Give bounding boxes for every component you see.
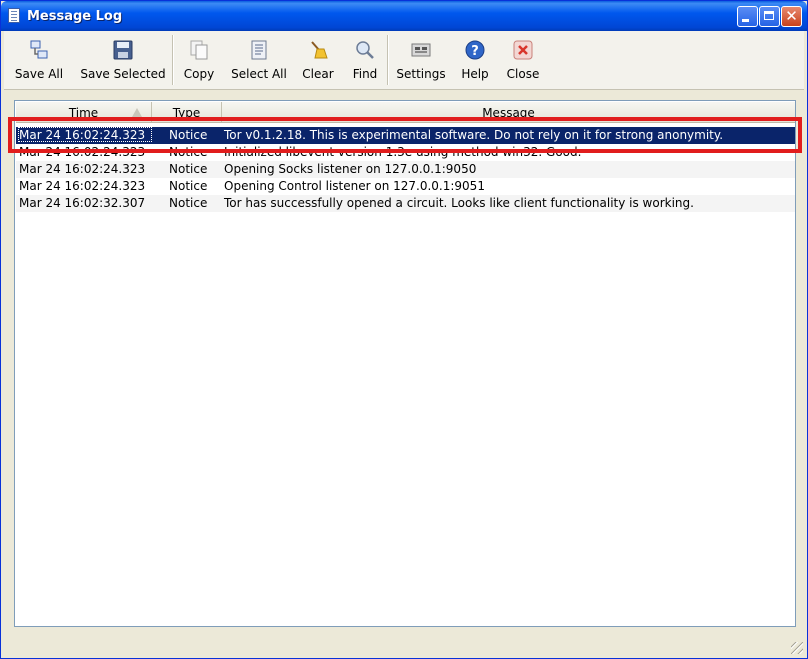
save-selected-label: Save Selected (80, 67, 166, 81)
save-all-icon (30, 40, 48, 59)
table-row[interactable]: Mar 24 16:02:24.323 Notice Opening Contr… (16, 178, 795, 195)
close-icon: ✕ (785, 7, 798, 25)
window-title: Message Log (27, 9, 123, 24)
type-cell: Notice (169, 179, 208, 193)
select-all-label: Select All (231, 67, 287, 81)
minimize-button[interactable] (737, 6, 758, 27)
time-cell: Mar 24 16:02:24.323 (19, 162, 146, 176)
message-cell: Opening Socks listener on 127.0.0.1:9050 (224, 162, 477, 176)
toolbar: Save All Save Selected Copy Select All C… (4, 31, 804, 90)
help-label: Help (461, 67, 489, 81)
message-list[interactable]: Time Type Message Mar 24 16:02:24.323 No… (14, 100, 796, 627)
copy-button[interactable]: Copy (180, 35, 218, 85)
document-icon (8, 8, 20, 23)
find-button[interactable]: Find (348, 35, 382, 85)
find-label: Find (352, 67, 378, 81)
maximize-button[interactable] (759, 6, 780, 27)
type-cell: Notice (169, 196, 208, 210)
copy-icon (190, 40, 208, 60)
select-all-button[interactable]: Select All (228, 35, 290, 85)
toolbar-separator (387, 35, 389, 85)
clear-button[interactable]: Clear (298, 35, 338, 85)
svg-text:?: ? (471, 44, 479, 59)
time-cell: Mar 24 16:02:24.323 (19, 179, 146, 193)
settings-label: Settings (396, 67, 446, 81)
save-selected-button[interactable]: Save Selected (78, 35, 168, 85)
toolbar-separator (172, 35, 174, 85)
broom-icon (311, 41, 328, 59)
help-button[interactable]: ? Help (458, 35, 492, 85)
floppy-disk-icon (113, 40, 133, 60)
maximize-icon (764, 11, 774, 20)
close-icon (513, 40, 533, 60)
selected-row-highlight (8, 117, 802, 153)
title-bar[interactable]: Message Log ✕ (1, 1, 807, 31)
copy-label: Copy (183, 67, 215, 81)
sort-ascending-icon (132, 108, 142, 117)
select-all-icon (251, 40, 267, 60)
message-log-window: Message Log ✕ Save All Save Selected Cop… (0, 0, 808, 659)
settings-icon (411, 43, 431, 57)
table-row[interactable]: Mar 24 16:02:24.323 Notice Opening Socks… (16, 161, 795, 178)
message-cell: Tor has successfully opened a circuit. L… (224, 196, 694, 210)
table-row[interactable]: Mar 24 16:02:32.307 Notice Tor has succe… (16, 195, 795, 212)
save-all-button[interactable]: Save All (10, 35, 68, 85)
type-cell: Notice (169, 162, 208, 176)
message-cell: Opening Control listener on 127.0.0.1:90… (224, 179, 485, 193)
help-icon: ? (465, 40, 485, 60)
close-window-button[interactable]: ✕ (781, 6, 802, 27)
close-label: Close (506, 67, 540, 81)
save-all-label: Save All (14, 67, 64, 81)
clear-label: Clear (302, 67, 334, 81)
magnifier-icon (356, 41, 374, 59)
settings-button[interactable]: Settings (394, 35, 448, 85)
time-cell: Mar 24 16:02:32.307 (19, 196, 146, 210)
resize-grip-icon[interactable] (791, 642, 803, 654)
minimize-icon (742, 19, 749, 22)
close-button[interactable]: Close (504, 35, 542, 85)
